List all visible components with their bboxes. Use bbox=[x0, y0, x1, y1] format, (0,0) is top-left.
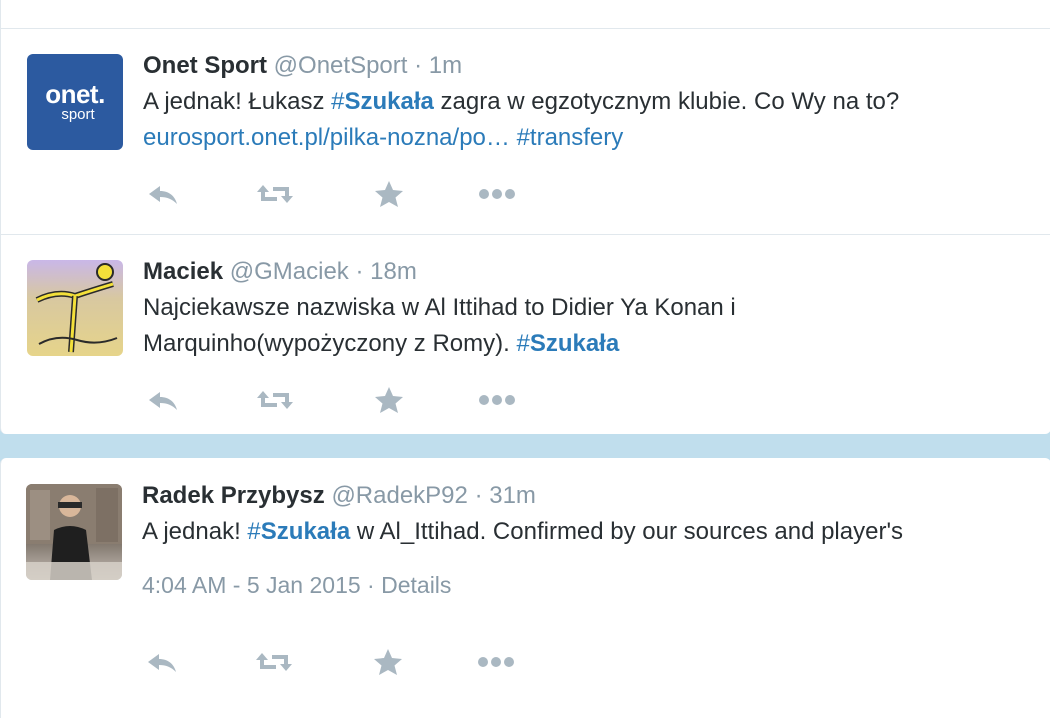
tweet-text-part: Marquinho(wypożyczony z Romy). bbox=[143, 330, 517, 357]
username[interactable]: @OnetSport bbox=[274, 52, 408, 79]
favorite-button[interactable] bbox=[369, 176, 409, 212]
previous-tweet-fragment bbox=[1, 0, 1050, 29]
tweet-meta: 4:04 AM - 5 Jan 2015 · Details bbox=[142, 572, 1050, 599]
tweet-maciek[interactable]: Maciek @GMaciek · 18m Najciekawsze nazwi… bbox=[1, 236, 1050, 432]
username[interactable]: @RadekP92 bbox=[331, 482, 467, 509]
favorite-button[interactable] bbox=[369, 382, 409, 418]
tweet-header: Radek Przybysz @RadekP92 · 31m bbox=[142, 480, 1050, 512]
retweet-icon bbox=[256, 653, 292, 671]
tweet-header: Onet Sport @OnetSport · 1m bbox=[143, 50, 1050, 82]
favorite-icon bbox=[374, 649, 402, 675]
retweet-button[interactable] bbox=[255, 176, 295, 212]
favorite-icon bbox=[375, 387, 403, 413]
display-name[interactable]: Onet Sport bbox=[143, 52, 267, 79]
favorite-icon bbox=[375, 181, 403, 207]
details-link[interactable]: Details bbox=[381, 572, 451, 598]
retweet-icon bbox=[257, 391, 293, 409]
display-name[interactable]: Radek Przybysz bbox=[142, 482, 325, 509]
hashtag-link[interactable]: #Szukała bbox=[247, 518, 350, 545]
hashtag-link[interactable]: #transfery bbox=[517, 124, 624, 151]
reply-icon bbox=[149, 392, 177, 410]
separator: · bbox=[367, 572, 375, 598]
retweet-button[interactable] bbox=[255, 382, 295, 418]
tweet-text-part: A jednak! bbox=[142, 518, 248, 545]
avatar[interactable]: onet. sport bbox=[27, 54, 123, 150]
hashtag-word: Szukała bbox=[529, 330, 620, 357]
reply-icon bbox=[148, 654, 176, 672]
tweet-text-part: zagra w egzotycznym klubie. Co Wy na to? bbox=[433, 88, 900, 115]
avatar-brand: onet. bbox=[45, 79, 105, 109]
more-icon bbox=[479, 395, 515, 405]
separator: · bbox=[414, 52, 423, 79]
tweet-text: Najciekawsze nazwiska w Al Ittihad to Di… bbox=[143, 290, 1050, 362]
tweet-time[interactable]: 18m bbox=[370, 258, 417, 285]
hashtag-word: Szukała bbox=[260, 518, 351, 545]
tweet-onet-sport[interactable]: onet. sport Onet Sport @OnetSport · 1m A… bbox=[1, 30, 1050, 235]
reply-icon bbox=[149, 186, 177, 204]
reply-button[interactable] bbox=[143, 176, 183, 212]
avatar-brand-sub: sport bbox=[61, 106, 95, 123]
hashtag-symbol: # bbox=[331, 88, 345, 115]
reply-button[interactable] bbox=[143, 382, 183, 418]
username[interactable]: @GMaciek bbox=[230, 258, 349, 285]
separator: · bbox=[474, 482, 483, 509]
url-link[interactable]: eurosport.onet.pl/pilka-nozna/po… bbox=[143, 124, 510, 151]
tweet-text: A jednak! #Szukała w Al_Ittihad. Confirm… bbox=[142, 514, 1050, 550]
more-button[interactable] bbox=[477, 176, 517, 212]
more-button[interactable] bbox=[477, 382, 517, 418]
tweet-radek-przybysz[interactable]: Radek Przybysz @RadekP92 · 31m A jednak!… bbox=[0, 460, 1050, 700]
avatar[interactable] bbox=[27, 260, 123, 356]
more-icon bbox=[478, 657, 514, 667]
tweet-text-part: Najciekawsze nazwiska w Al Ittihad to Di… bbox=[143, 294, 736, 321]
hashtag-symbol: # bbox=[247, 518, 261, 545]
retweet-icon bbox=[257, 185, 293, 203]
hashtag-link[interactable]: #Szukała bbox=[331, 88, 434, 115]
display-name[interactable]: Maciek bbox=[143, 258, 223, 285]
more-icon bbox=[479, 189, 515, 199]
hashtag-word: Szukała bbox=[344, 88, 434, 115]
tweet-time[interactable]: 31m bbox=[489, 482, 536, 509]
tweet-text-part: A jednak! Łukasz bbox=[143, 88, 332, 115]
tweet-text-part: w Al_Ittihad. Confirmed by our sources a… bbox=[350, 518, 904, 545]
person-photo-icon bbox=[26, 484, 122, 580]
avatar[interactable] bbox=[26, 484, 122, 580]
hashtag-symbol: # bbox=[516, 330, 530, 357]
tweet-timestamp[interactable]: 4:04 AM - 5 Jan 2015 bbox=[142, 572, 361, 598]
tweet-text: A jednak! Łukasz #Szukała zagra w egzoty… bbox=[143, 84, 1050, 156]
tweet-header: Maciek @GMaciek · 18m bbox=[143, 256, 1050, 288]
more-button[interactable] bbox=[476, 644, 516, 680]
favorite-button[interactable] bbox=[368, 644, 408, 680]
reply-button[interactable] bbox=[142, 644, 182, 680]
cartoon-character-icon bbox=[35, 263, 118, 353]
timeline-card-top: onet. sport Onet Sport @OnetSport · 1m A… bbox=[0, 0, 1050, 434]
retweet-button[interactable] bbox=[254, 644, 294, 680]
separator: · bbox=[355, 258, 364, 285]
hashtag-link[interactable]: #Szukała bbox=[516, 330, 619, 357]
tweet-time[interactable]: 1m bbox=[429, 52, 462, 79]
